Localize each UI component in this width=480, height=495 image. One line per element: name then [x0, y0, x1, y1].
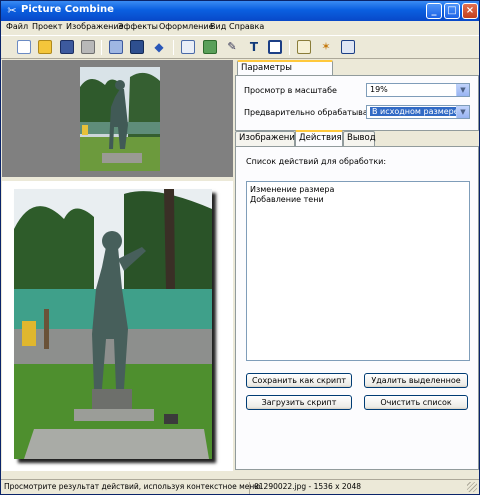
- add-icon[interactable]: ◆: [152, 40, 166, 54]
- image-icon[interactable]: [203, 40, 217, 54]
- menu-view[interactable]: Вид: [210, 22, 226, 31]
- scale-label: Просмотр в масштабе: [244, 86, 337, 95]
- tab-actions[interactable]: Действия: [295, 130, 343, 146]
- calc-icon[interactable]: [341, 40, 355, 54]
- menu-effects[interactable]: Эффекты: [118, 22, 158, 31]
- title-bar[interactable]: ✂ Picture Combine _ □ ×: [1, 1, 479, 21]
- menu-project[interactable]: Проект: [32, 22, 62, 31]
- toolbar: ◆ ✎ T ✶: [1, 35, 479, 59]
- load-script-button[interactable]: Загрузить скрипт: [246, 395, 352, 410]
- close-button[interactable]: ×: [462, 3, 478, 19]
- thumbnail-image[interactable]: [80, 67, 160, 171]
- brush-icon[interactable]: ✎: [225, 40, 239, 54]
- effects-icon[interactable]: ✶: [319, 40, 333, 54]
- status-separator: [249, 482, 250, 494]
- menu-help[interactable]: Справка: [229, 22, 264, 31]
- clear-list-button[interactable]: Очистить список: [364, 395, 468, 410]
- window-title: Picture Combine: [21, 4, 114, 15]
- print-icon[interactable]: [81, 40, 95, 54]
- preview-pane: [2, 181, 233, 471]
- chevron-down-icon[interactable]: ▼: [456, 84, 469, 96]
- menu-design[interactable]: Оформление: [159, 22, 214, 31]
- delete-selected-button[interactable]: Удалить выделенное: [364, 373, 468, 388]
- copy-icon[interactable]: [109, 40, 123, 54]
- maximize-button[interactable]: □: [444, 3, 460, 19]
- preprocess-label: Предварительно обрабатывать: [244, 108, 378, 117]
- app-icon: ✂: [7, 4, 17, 17]
- list-item[interactable]: Изменение размера: [247, 185, 469, 195]
- list-item[interactable]: Добавление тени: [247, 195, 469, 205]
- tab-preview-settings[interactable]: Параметры просмотра: [237, 60, 333, 86]
- actions-list-label: Список действий для обработки:: [246, 157, 387, 166]
- open-icon[interactable]: [38, 40, 52, 54]
- preview-image[interactable]: [14, 189, 212, 459]
- menu-bar: Файл Проект Изображение Эффекты Оформлен…: [1, 21, 479, 35]
- status-hint: Просмотрите результат действий, использу…: [4, 482, 261, 491]
- scale-select[interactable]: 19% ▼: [366, 83, 470, 97]
- toolbar-separator: [289, 40, 290, 55]
- app-window: ✂ Picture Combine _ □ × Файл Проект Изоб…: [0, 0, 480, 495]
- frame-icon[interactable]: [268, 40, 282, 54]
- save-icon[interactable]: [60, 40, 74, 54]
- right-pane: Параметры просмотра Просмотр в масштабе …: [235, 60, 479, 471]
- tab-output[interactable]: Вывод: [343, 131, 376, 146]
- chevron-down-icon[interactable]: ▼: [456, 106, 469, 118]
- toolbar-separator: [101, 40, 102, 55]
- actions-panel: Список действий для обработки: Изменение…: [235, 146, 479, 470]
- thumbnail-pane: [2, 60, 233, 177]
- menu-image[interactable]: Изображение: [66, 22, 124, 31]
- actions-list[interactable]: Изменение размера Добавление тени: [246, 181, 470, 361]
- page-icon[interactable]: [181, 40, 195, 54]
- preview-settings-panel: Просмотр в масштабе 19% ▼ Предварительно…: [235, 75, 479, 131]
- menu-file[interactable]: Файл: [6, 22, 28, 31]
- resize-grip-icon[interactable]: [467, 482, 477, 492]
- save-script-button[interactable]: Сохранить как скрипт: [246, 373, 352, 388]
- new-icon[interactable]: [17, 40, 31, 54]
- export-icon[interactable]: [130, 40, 144, 54]
- text-icon[interactable]: T: [247, 40, 261, 54]
- toolbar-separator: [173, 40, 174, 55]
- minimize-button[interactable]: _: [426, 3, 442, 19]
- preprocess-select[interactable]: В исходном размере ▼: [366, 105, 470, 119]
- status-file-info: 01290022.jpg - 1536 x 2048: [254, 482, 362, 491]
- edit-icon[interactable]: [297, 40, 311, 54]
- tab-images[interactable]: Изображения: [235, 131, 300, 146]
- status-bar: Просмотрите результат действий, использу…: [1, 479, 479, 494]
